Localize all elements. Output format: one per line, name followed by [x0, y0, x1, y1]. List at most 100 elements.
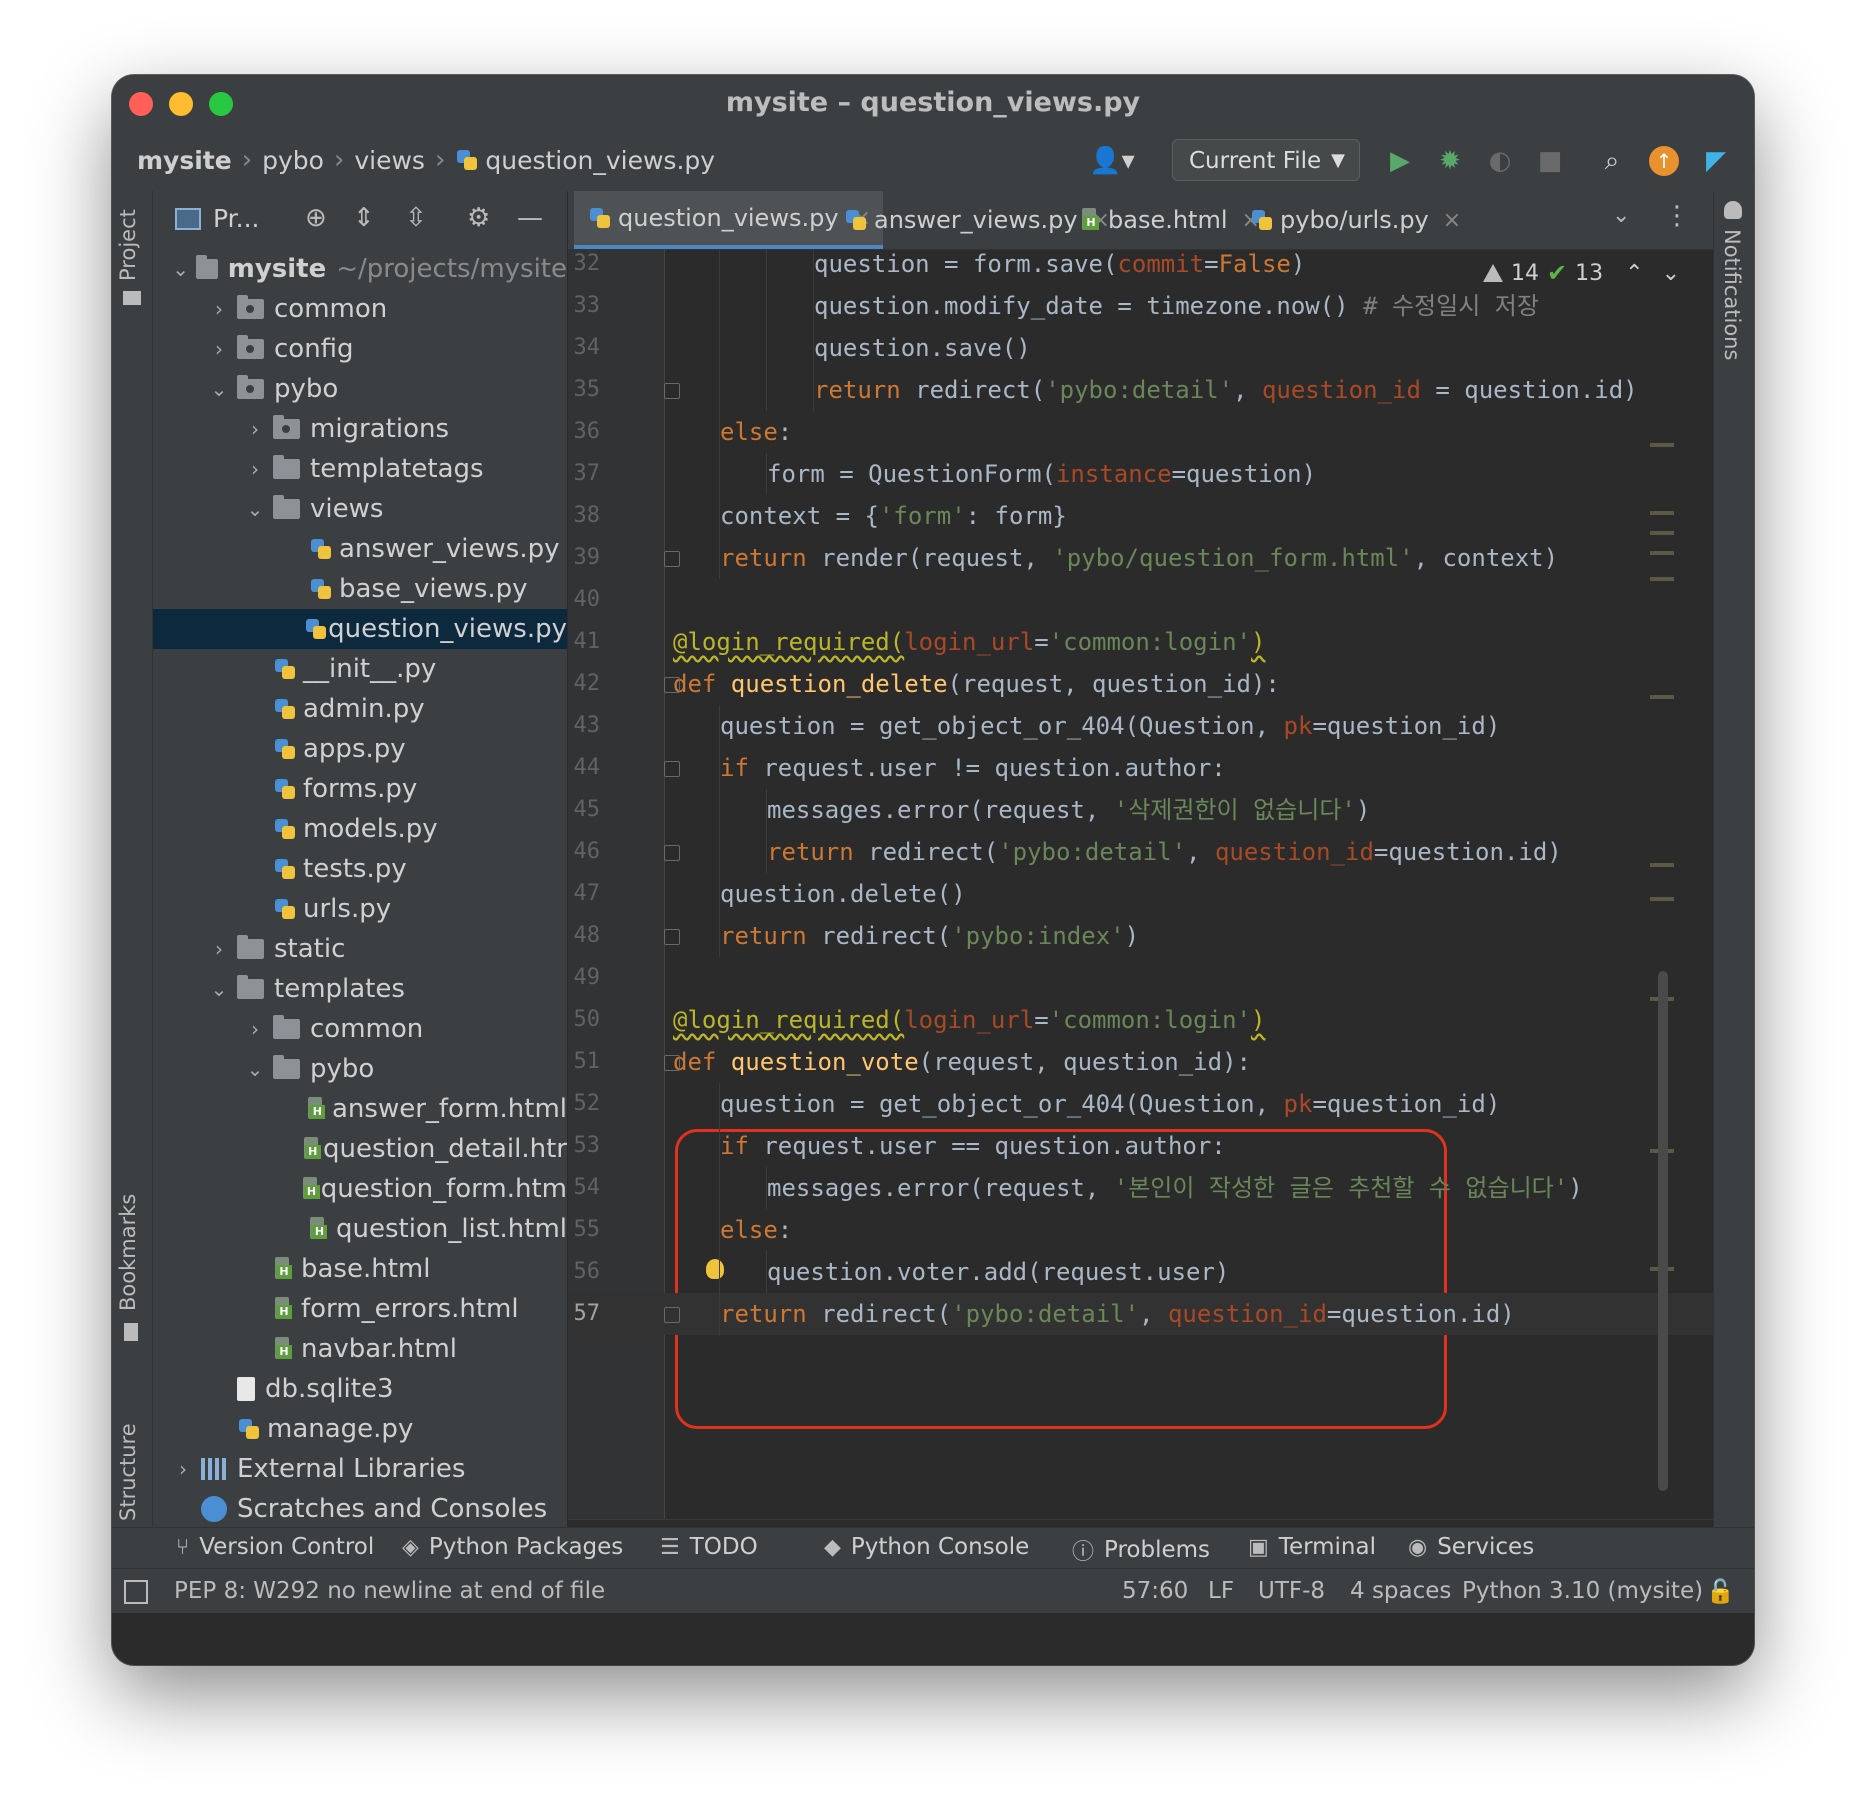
chevron-down-icon[interactable]: ⌄ — [171, 257, 190, 281]
chevron-right-icon[interactable]: › — [171, 1457, 195, 1481]
tree-item[interactable]: question_form.htm — [153, 1169, 567, 1209]
fold-marker-icon[interactable] — [664, 1055, 680, 1071]
debug-icon[interactable]: ✹ — [1430, 141, 1470, 181]
code-line[interactable]: 57 return redirect('pybo:detail', questio… — [568, 1293, 1714, 1335]
line-separator[interactable]: LF — [1208, 1578, 1234, 1604]
coverage-icon[interactable]: ◐ — [1480, 141, 1520, 181]
chevron-right-icon[interactable]: › — [243, 417, 267, 441]
update-icon[interactable]: ↑ — [1644, 141, 1684, 181]
tree-item[interactable]: › static — [153, 929, 567, 969]
next-highlight-icon[interactable]: ⌄ — [1662, 261, 1680, 286]
tree-item[interactable]: question_detail.htr — [153, 1129, 567, 1169]
tree-item[interactable]: answer_form.html — [153, 1089, 567, 1129]
code-line[interactable]: 35 return redirect('pybo:detail', questio… — [568, 369, 1714, 411]
ide-logo-icon[interactable]: ◤ — [1696, 141, 1736, 181]
code-line[interactable]: 46 return redirect('pybo:detail', questio… — [568, 831, 1714, 873]
code-line[interactable]: 49 — [568, 957, 1714, 999]
code-line[interactable]: 40 — [568, 579, 1714, 621]
tree-item[interactable]: › config — [153, 329, 567, 369]
bell-icon[interactable] — [1724, 201, 1742, 219]
chevron-right-icon[interactable]: › — [207, 937, 231, 961]
collapse-all-icon[interactable]: ⇳ — [405, 203, 427, 233]
tool-window-button[interactable]: ☰ TODO — [660, 1534, 758, 1560]
tree-item[interactable]: ⌄ pybo — [153, 369, 567, 409]
tool-window-button[interactable]: ◆ Python Console — [824, 1534, 1029, 1560]
breadcrumb-pybo[interactable]: pybo — [262, 146, 324, 175]
breadcrumb-file[interactable]: question_views.py — [485, 146, 715, 175]
code-line[interactable]: 42 def question_delete(request, question_… — [568, 663, 1714, 705]
chevron-down-icon[interactable]: ⌄ — [243, 497, 267, 521]
chevron-right-icon[interactable]: › — [243, 457, 267, 481]
code-line[interactable]: 52 question = get_object_or_404(Question,… — [568, 1083, 1714, 1125]
error-stripe-mark[interactable] — [1650, 695, 1674, 699]
code-line[interactable]: 41 @login_required(login_url='common:logi… — [568, 621, 1714, 663]
code-line[interactable]: 36 else: — [568, 411, 1714, 453]
code-line[interactable]: 55 else: — [568, 1209, 1714, 1251]
project-tool-tab[interactable]: Project — [116, 209, 140, 281]
tree-item[interactable]: Scratches and Consoles — [153, 1489, 567, 1529]
tree-item[interactable]: answer_views.py — [153, 529, 567, 569]
code-line[interactable]: 38 context = {'form': form} — [568, 495, 1714, 537]
code-line[interactable]: 34 question.save() — [568, 327, 1714, 369]
chevron-right-icon[interactable]: › — [243, 1017, 267, 1041]
chevron-down-icon[interactable]: ⌄ — [207, 977, 231, 1001]
user-icon[interactable]: 👤▾ — [1082, 141, 1142, 181]
error-stripe-mark[interactable] — [1650, 443, 1674, 447]
fold-marker-icon[interactable] — [664, 383, 680, 399]
structure-tool-tab[interactable]: Structure — [116, 1423, 140, 1521]
tree-item[interactable]: __init__.py — [153, 649, 567, 689]
error-stripe-mark[interactable] — [1650, 531, 1674, 535]
tree-item[interactable]: › common — [153, 1009, 567, 1049]
tree-item[interactable]: › templatetags — [153, 449, 567, 489]
tree-item[interactable]: base_views.py — [153, 569, 567, 609]
tree-item[interactable]: urls.py — [153, 889, 567, 929]
tree-item[interactable]: › External Libraries — [153, 1449, 567, 1489]
code-line[interactable]: 56 question.voter.add(request.user) — [568, 1251, 1714, 1293]
close-tab-icon[interactable]: × — [1443, 208, 1461, 233]
tree-item[interactable]: ⌄ mysite ~/projects/mysite — [153, 249, 567, 289]
project-view-select[interactable]: Pr... — [175, 204, 259, 233]
notifications-tool-tab[interactable]: Notifications — [1720, 229, 1744, 360]
tree-item[interactable]: ⌄ views — [153, 489, 567, 529]
tool-window-button[interactable]: ⑂ Version Control — [176, 1534, 374, 1560]
bookmarks-tool-tab[interactable]: Bookmarks — [116, 1194, 140, 1311]
inspection-widget[interactable]: 14 ✔ 13 ⌃ ⌄ — [1483, 259, 1680, 287]
error-stripe-mark[interactable] — [1650, 897, 1674, 901]
fold-marker-icon[interactable] — [664, 551, 680, 567]
code-line[interactable]: 51 def question_vote(request, question_id… — [568, 1041, 1714, 1083]
tree-item[interactable]: question_list.html — [153, 1209, 567, 1249]
tree-item[interactable]: navbar.html — [153, 1329, 567, 1369]
editor-scrollbar[interactable] — [1658, 971, 1668, 1491]
fold-marker-icon[interactable] — [664, 929, 680, 945]
code-line[interactable]: 39 return render(request, 'pybo/question_… — [568, 537, 1714, 579]
hide-icon[interactable]: — — [517, 203, 543, 233]
error-stripe-mark[interactable] — [1650, 511, 1674, 515]
tool-window-button[interactable]: ◉ Services — [1408, 1534, 1534, 1560]
tree-item[interactable]: tests.py — [153, 849, 567, 889]
code-line[interactable]: 48 return redirect('pybo:index') — [568, 915, 1714, 957]
more-icon[interactable]: ⋮ — [1664, 201, 1690, 231]
lock-icon[interactable]: 🔓 — [1706, 1578, 1735, 1605]
error-stripe-mark[interactable] — [1650, 863, 1674, 867]
tree-item[interactable]: apps.py — [153, 729, 567, 769]
tree-item[interactable]: admin.py — [153, 689, 567, 729]
tree-item[interactable]: › migrations — [153, 409, 567, 449]
python-interpreter[interactable]: Python 3.10 (mysite) — [1462, 1578, 1703, 1604]
previous-highlight-icon[interactable]: ⌃ — [1625, 261, 1643, 286]
tree-item[interactable]: › common — [153, 289, 567, 329]
fold-marker-icon[interactable] — [664, 677, 680, 693]
locate-icon[interactable]: ⊕ — [305, 203, 327, 233]
tree-item[interactable]: db.sqlite3 — [153, 1369, 567, 1409]
tool-window-button[interactable]: ◈ Python Packages — [402, 1534, 623, 1560]
code-line[interactable]: 50 @login_required(login_url='common:logi… — [568, 999, 1714, 1041]
code-line[interactable]: 37 form = QuestionForm(instance=question) — [568, 453, 1714, 495]
stop-icon[interactable]: ■ — [1530, 141, 1570, 181]
code-area[interactable]: 32 question = form.save(commit=False) 33 qu… — [568, 249, 1714, 1519]
code-line[interactable]: 53 if request.user == question.author: — [568, 1125, 1714, 1167]
status-message[interactable]: PEP 8: W292 no newline at end of file — [174, 1578, 605, 1604]
tree-item[interactable]: manage.py — [153, 1409, 567, 1449]
breadcrumb-views[interactable]: views — [354, 146, 425, 175]
caret-position[interactable]: 57:60 — [1122, 1578, 1188, 1604]
code-line[interactable]: 43 question = get_object_or_404(Question,… — [568, 705, 1714, 747]
indent-setting[interactable]: 4 spaces — [1350, 1578, 1451, 1604]
